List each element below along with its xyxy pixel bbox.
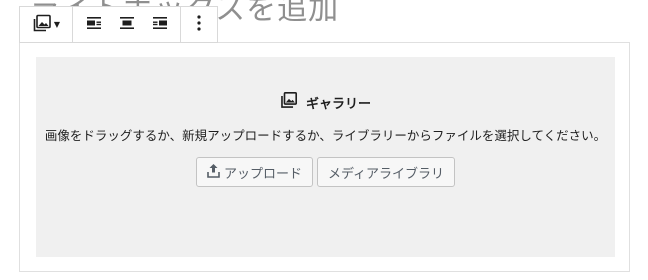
more-options-button[interactable] (185, 7, 213, 42)
align-right-icon (152, 15, 168, 34)
block-toolbar: ▼ (19, 6, 218, 43)
align-center-button[interactable] (110, 7, 143, 42)
gallery-block: ギャラリー 画像をドラッグするか、新規アップロードするか、ライブラリーからファイ… (19, 42, 630, 272)
alignment-group (72, 7, 180, 42)
transform-group: ▼ (20, 7, 72, 42)
placeholder-label: ギャラリー (36, 91, 615, 113)
placeholder-instructions: 画像をドラッグするか、新規アップロードするか、ライブラリーからファイルを選択して… (44, 128, 607, 143)
gallery-icon (32, 13, 52, 37)
placeholder-actions: アップロード メディアライブラリ (36, 157, 615, 187)
upload-icon (207, 163, 220, 182)
upload-button[interactable]: アップロード (195, 157, 313, 187)
gallery-icon (280, 91, 298, 113)
align-left-icon (86, 15, 102, 34)
caret-down-icon: ▼ (53, 20, 61, 29)
more-vertical-icon (196, 14, 202, 36)
align-right-button[interactable] (143, 7, 176, 42)
placeholder-title: ギャラリー (305, 96, 371, 112)
gallery-placeholder: ギャラリー 画像をドラッグするか、新規アップロードするか、ライブラリーからファイ… (36, 57, 615, 257)
media-library-button[interactable]: メディアライブラリ (316, 157, 456, 187)
block-transform-button[interactable]: ▼ (24, 7, 68, 42)
align-left-button[interactable] (77, 7, 110, 42)
upload-button-label: アップロード (223, 166, 302, 182)
align-center-icon (119, 15, 135, 34)
more-group (180, 7, 217, 42)
media-library-button-label: メディアライブラリ (327, 166, 445, 182)
